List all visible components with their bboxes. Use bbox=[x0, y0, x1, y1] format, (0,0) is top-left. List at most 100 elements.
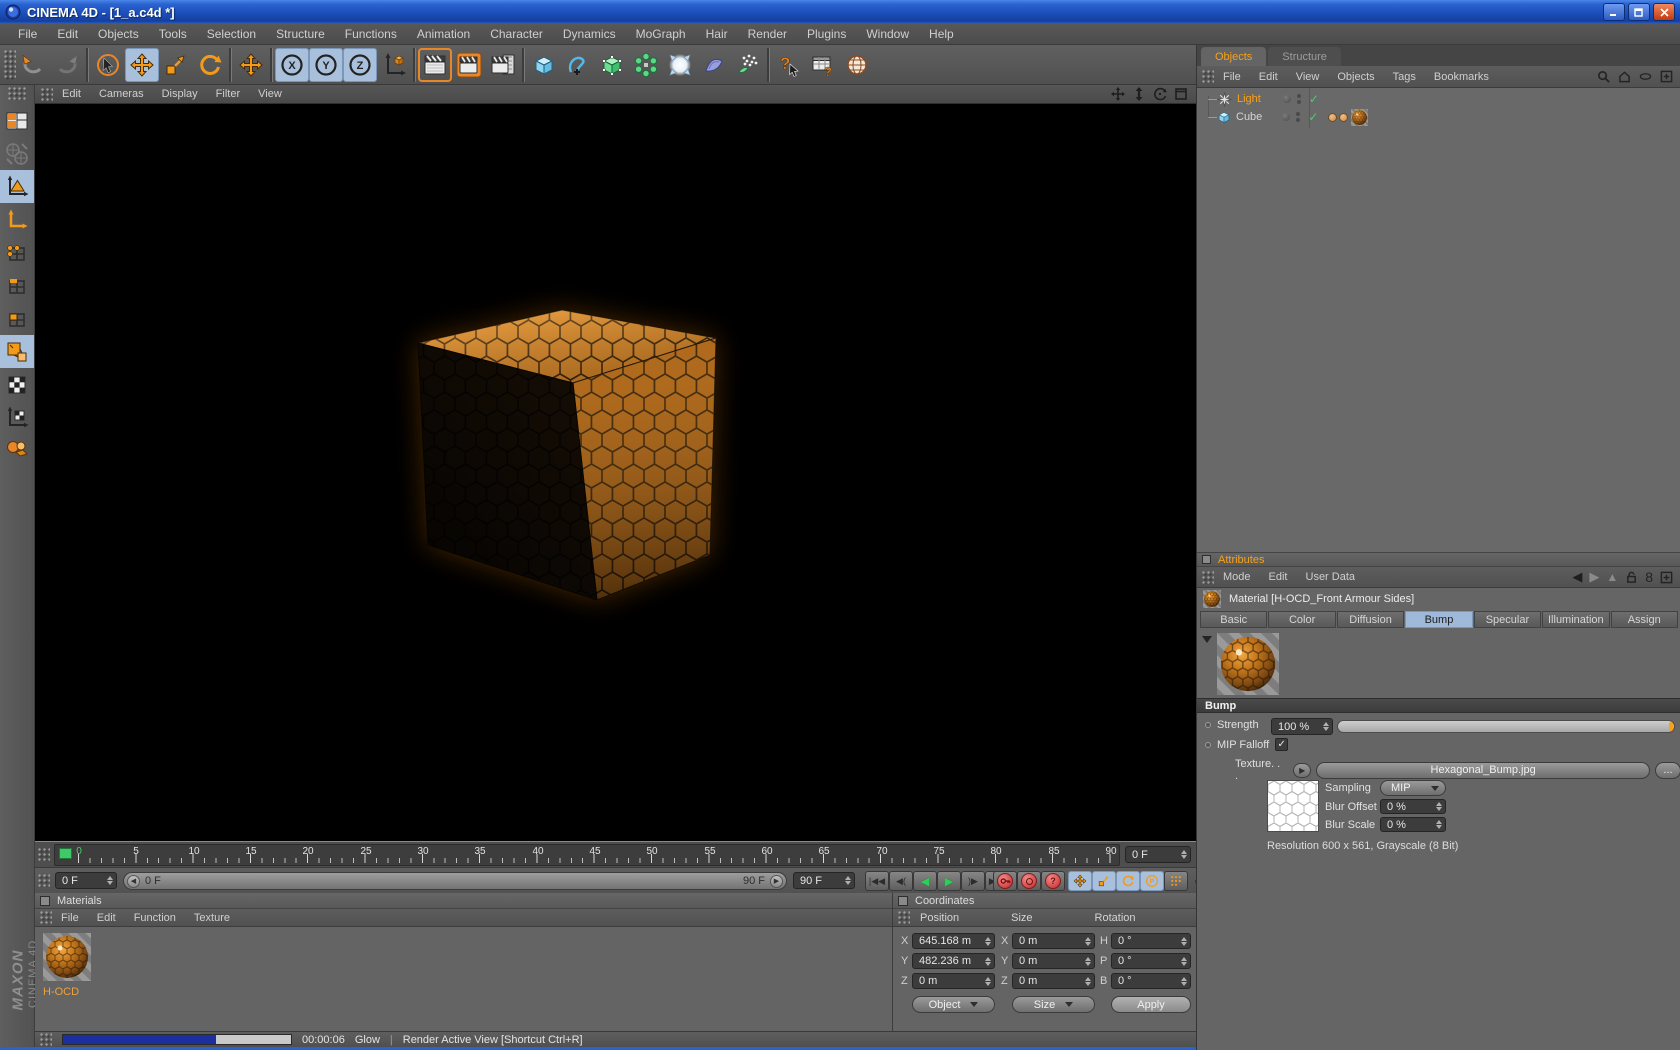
play-backward-button[interactable]: ◀ bbox=[913, 871, 937, 891]
redo-button[interactable] bbox=[50, 48, 84, 82]
edges-mode-button[interactable] bbox=[0, 269, 34, 302]
menu-structure[interactable]: Structure bbox=[266, 27, 335, 41]
restore-button[interactable] bbox=[1628, 3, 1650, 21]
texture-tag-thumbnail[interactable] bbox=[1351, 109, 1368, 126]
range-end-handle[interactable]: ▶ bbox=[770, 875, 783, 888]
tab-illumination[interactable]: Illumination bbox=[1542, 611, 1609, 628]
menu-render[interactable]: Render bbox=[738, 27, 797, 41]
search-icon[interactable] bbox=[1597, 70, 1610, 83]
timeline-ruler[interactable]: 0 5 10 15 20 25 30 35 40 45 50 55 60 65 … bbox=[54, 844, 1120, 866]
add-cube-primitive-button[interactable] bbox=[527, 48, 561, 82]
spinner-arrows[interactable] bbox=[1177, 850, 1187, 859]
help-button[interactable]: ? bbox=[772, 48, 806, 82]
snap-mode-button[interactable] bbox=[0, 434, 34, 467]
vp-menu-cameras[interactable]: Cameras bbox=[90, 88, 153, 100]
online-updater-button[interactable] bbox=[840, 48, 874, 82]
vp-menu-filter[interactable]: Filter bbox=[207, 88, 249, 100]
new-panel-icon[interactable] bbox=[1660, 571, 1673, 584]
vp-menu-view[interactable]: View bbox=[249, 88, 291, 100]
undo-button[interactable] bbox=[16, 48, 50, 82]
tab-structure[interactable]: Structure bbox=[1268, 47, 1341, 66]
toggle-parameter-keys-button[interactable]: P bbox=[1140, 871, 1164, 891]
texture-preview-thumbnail[interactable] bbox=[1267, 780, 1319, 832]
timeline-range-slider[interactable]: ◀ 0 F 90 F ▶ bbox=[123, 872, 787, 890]
ruler-grip[interactable] bbox=[38, 848, 50, 861]
texture-file-button[interactable]: Hexagonal_Bump.jpg bbox=[1316, 762, 1649, 779]
lock-icon[interactable] bbox=[1625, 570, 1638, 584]
polygons-mode-button[interactable] bbox=[0, 302, 34, 335]
object-name-light[interactable]: Light bbox=[1237, 93, 1261, 105]
menu-plugins[interactable]: Plugins bbox=[797, 27, 856, 41]
link-icon[interactable]: 8 bbox=[1645, 569, 1653, 585]
spinner-arrows[interactable] bbox=[841, 876, 851, 885]
rotate-tool-button[interactable] bbox=[193, 48, 227, 82]
menu-hair[interactable]: Hair bbox=[696, 27, 738, 41]
render-active-view-button[interactable] bbox=[418, 48, 452, 82]
render-visibility-dots[interactable] bbox=[1297, 94, 1301, 104]
sampling-select[interactable]: MIP bbox=[1380, 780, 1446, 796]
bump-section-header[interactable]: Bump bbox=[1197, 698, 1680, 713]
strength-field[interactable]: 100 % bbox=[1271, 718, 1333, 735]
tab-objects[interactable]: Objects bbox=[1201, 47, 1266, 66]
panel-icon[interactable] bbox=[898, 896, 908, 906]
om-grip[interactable] bbox=[1202, 70, 1214, 83]
attr-menu-edit[interactable]: Edit bbox=[1260, 571, 1297, 583]
menu-file[interactable]: File bbox=[8, 27, 47, 41]
menu-objects[interactable]: Objects bbox=[88, 27, 149, 41]
lock-y-axis-button[interactable]: Y bbox=[309, 48, 343, 82]
key-bullet-icon[interactable] bbox=[1205, 722, 1211, 728]
toggle-rotation-keys-button[interactable] bbox=[1116, 871, 1140, 891]
mat-menu-file[interactable]: File bbox=[52, 912, 88, 924]
move-axis-button[interactable] bbox=[234, 48, 268, 82]
viewport-grip[interactable] bbox=[41, 88, 53, 101]
history-forward-icon[interactable]: ▶ bbox=[1589, 569, 1599, 585]
enabled-check-icon[interactable]: ✓ bbox=[1308, 110, 1318, 124]
coordinate-mode-select[interactable]: Object bbox=[912, 996, 995, 1013]
history-back-icon[interactable]: ◀ bbox=[1572, 569, 1582, 585]
menu-mograph[interactable]: MoGraph bbox=[626, 27, 696, 41]
materials-grip[interactable] bbox=[40, 911, 52, 924]
render-visibility-dots[interactable] bbox=[1296, 112, 1300, 122]
blur-scale-field[interactable]: 0 % bbox=[1380, 817, 1446, 832]
tab-specular[interactable]: Specular bbox=[1474, 611, 1541, 628]
material-preview[interactable] bbox=[1217, 633, 1279, 695]
size-y-field[interactable]: 0 m bbox=[1012, 953, 1095, 969]
tab-assign[interactable]: Assign bbox=[1611, 611, 1678, 628]
convert-selection-button[interactable] bbox=[0, 137, 34, 170]
om-menu-bookmarks[interactable]: Bookmarks bbox=[1425, 71, 1498, 83]
enabled-check-icon[interactable]: ✓ bbox=[1309, 92, 1319, 106]
autokeying-button[interactable] bbox=[1017, 871, 1041, 891]
sidebar-grip[interactable] bbox=[8, 87, 26, 100]
add-subdivision-surface-button[interactable] bbox=[595, 48, 629, 82]
menu-help[interactable]: Help bbox=[919, 27, 964, 41]
status-grip[interactable] bbox=[40, 1033, 52, 1046]
om-menu-view[interactable]: View bbox=[1287, 71, 1329, 83]
parent-icon[interactable]: ▲ bbox=[1606, 570, 1618, 584]
layout-button[interactable] bbox=[0, 104, 34, 137]
move-tool-button[interactable] bbox=[125, 48, 159, 82]
texture-browse-button[interactable]: ... bbox=[1655, 762, 1680, 779]
viewport-pan-icon[interactable] bbox=[1111, 87, 1125, 101]
controls-grip[interactable] bbox=[38, 874, 50, 887]
position-y-field[interactable]: 482.236 m bbox=[912, 953, 995, 969]
lock-z-axis-button[interactable]: Z bbox=[343, 48, 377, 82]
toolbar-grip[interactable] bbox=[4, 50, 16, 80]
panel-icon[interactable] bbox=[40, 896, 50, 906]
toggle-scale-keys-button[interactable] bbox=[1092, 871, 1116, 891]
timeline-end-field[interactable]: 0 F bbox=[1125, 846, 1191, 863]
menu-dynamics[interactable]: Dynamics bbox=[553, 27, 626, 41]
mat-menu-function[interactable]: Function bbox=[125, 912, 185, 924]
workplane-mode-button[interactable] bbox=[0, 401, 34, 434]
attr-menu-mode[interactable]: Mode bbox=[1214, 571, 1260, 583]
range-end-field[interactable]: 90 F bbox=[793, 872, 855, 889]
mat-menu-texture[interactable]: Texture bbox=[185, 912, 239, 924]
smoothing-tag-icon[interactable] bbox=[1339, 113, 1348, 122]
collapse-triangle-icon[interactable] bbox=[1202, 636, 1212, 643]
live-selection-button[interactable] bbox=[91, 48, 125, 82]
current-frame-field[interactable]: 0 F bbox=[55, 872, 117, 889]
menu-tools[interactable]: Tools bbox=[149, 27, 197, 41]
panel-icon[interactable] bbox=[1202, 555, 1211, 564]
eye-icon[interactable] bbox=[1639, 70, 1652, 83]
keyframe-selection-button[interactable]: ? bbox=[1041, 871, 1065, 891]
viewport-zoom-icon[interactable] bbox=[1132, 87, 1146, 101]
